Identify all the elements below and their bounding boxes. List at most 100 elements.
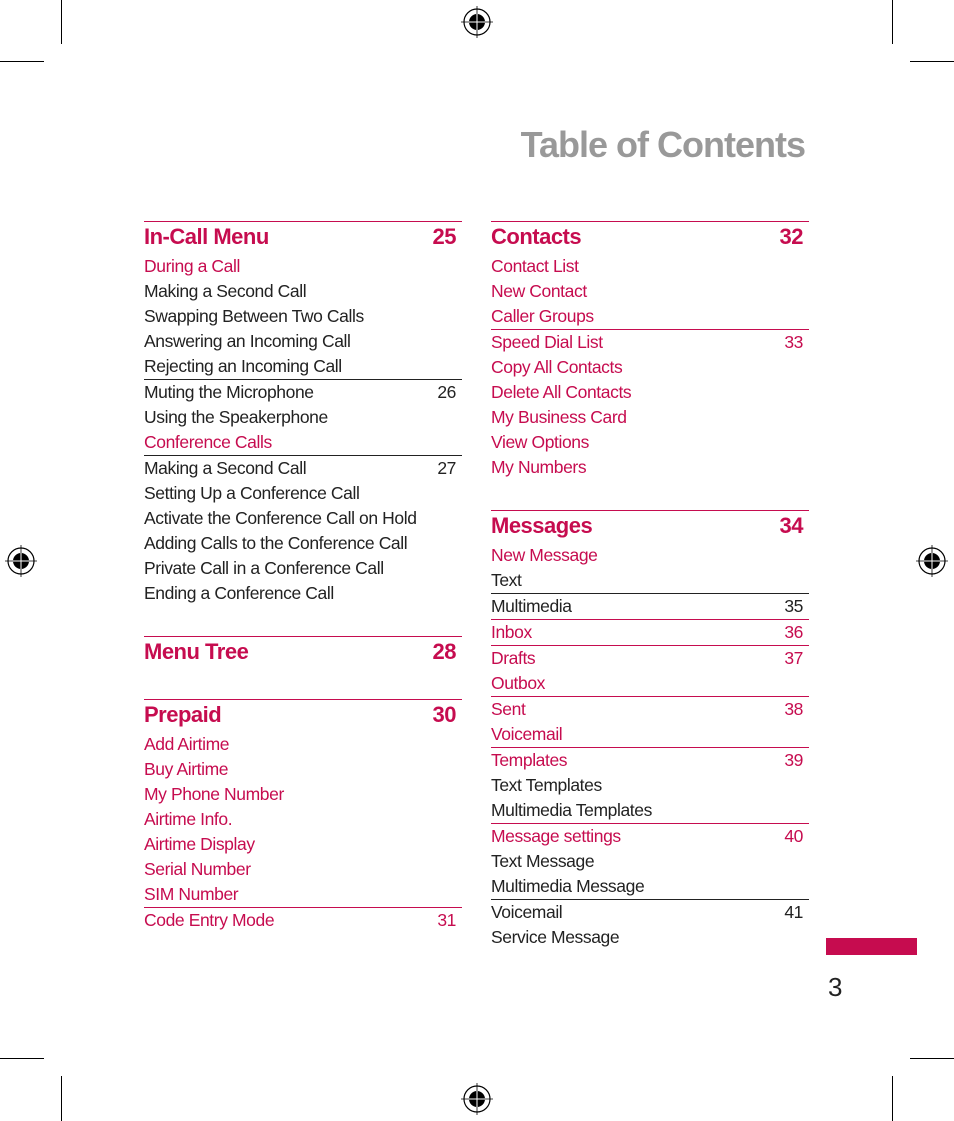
toc-entry[interactable]: Answering an Incoming Call (144, 329, 462, 354)
toc-section: In-Call Menu 25 During a Call Making a Seco… (144, 221, 462, 606)
toc-entry[interactable]: Airtime Display (144, 832, 462, 857)
toc-entry[interactable]: Inbox 36 (491, 619, 809, 645)
toc-entry[interactable]: My Business Card (491, 405, 809, 430)
toc-entry[interactable]: Copy All Contacts (491, 355, 809, 380)
toc-entry[interactable]: Code Entry Mode 31 (144, 907, 462, 933)
toc-entry[interactable]: Multimedia Templates (491, 798, 809, 823)
toc-entry[interactable]: Rejecting an Incoming Call (144, 354, 462, 379)
toc-entry[interactable]: Making a Second Call (144, 279, 462, 304)
toc-entry[interactable]: My Numbers (491, 455, 809, 480)
entry-label: Rejecting an Incoming Call (144, 356, 342, 376)
toc-entry[interactable]: Add Airtime (144, 732, 462, 757)
entry-label: Contact List (491, 256, 579, 276)
entry-label: Text Message (491, 851, 595, 871)
toc-entry[interactable]: Sent 38 (491, 696, 809, 722)
toc-entry[interactable]: Contact List (491, 254, 809, 279)
section-heading[interactable]: Menu Tree 28 (144, 639, 462, 669)
crop-mark (910, 1058, 954, 1059)
crop-mark (0, 61, 44, 62)
entry-label: Answering an Incoming Call (144, 331, 351, 351)
entry-label: Inbox (491, 622, 532, 642)
toc-entry[interactable]: My Phone Number (144, 782, 462, 807)
registration-mark-icon (461, 1083, 493, 1115)
page-number: 3 (828, 972, 843, 1002)
entry-label: Airtime Display (144, 834, 255, 854)
section-title: Prepaid (144, 702, 222, 727)
entry-label: Outbox (491, 673, 546, 693)
toc-entry[interactable]: Voicemail (491, 722, 809, 747)
section-page-number: 28 (432, 639, 457, 664)
toc-entry[interactable]: Speed Dial List 33 (491, 329, 809, 355)
toc-entry[interactable]: Private Call in a Conference Call (144, 556, 462, 581)
entry-label: New Message (491, 545, 598, 565)
entry-label: Setting Up a Conference Call (144, 483, 360, 503)
section-page-number: 25 (432, 224, 457, 249)
toc-entry[interactable]: Buy Airtime (144, 757, 462, 782)
section-heading[interactable]: Prepaid 30 (144, 702, 462, 732)
toc-entry[interactable]: Text Templates (491, 773, 809, 798)
entry-page-number: 39 (784, 750, 803, 770)
toc-entry[interactable]: Delete All Contacts (491, 380, 809, 405)
section-heading[interactable]: Messages 34 (491, 513, 809, 543)
toc-entry[interactable]: Multimedia Message (491, 874, 809, 899)
toc-entry[interactable]: Drafts 37 (491, 645, 809, 671)
toc-section: Prepaid 30 Add Airtime Buy Airtime My Phone … (144, 699, 462, 933)
entry-page-number: 33 (784, 332, 803, 352)
toc-entry[interactable]: Text Message (491, 849, 809, 874)
entry-page-number: 40 (784, 826, 803, 846)
toc-entry[interactable]: Caller Groups (491, 304, 809, 329)
registration-mark-icon (916, 545, 948, 577)
page-title: Table of Contents (520, 124, 806, 165)
toc-entry[interactable]: Templates 39 (491, 747, 809, 773)
toc-entry[interactable]: Ending a Conference Call (144, 581, 462, 606)
toc-entry[interactable]: Multimedia 35 (491, 593, 809, 619)
toc-entry[interactable]: Serial Number (144, 857, 462, 882)
toc-entry[interactable]: Conference Calls (144, 430, 462, 455)
toc-entry[interactable]: Adding Calls to the Conference Call (144, 531, 462, 556)
section-heading[interactable]: Contacts 32 (491, 224, 809, 254)
toc-entry[interactable]: Muting the Microphone 26 (144, 379, 462, 405)
entry-label: During a Call (144, 256, 240, 276)
entry-label: Activate the Conference Call on Hold (144, 508, 417, 528)
toc-entry[interactable]: Making a Second Call 27 (144, 455, 462, 481)
toc-entry[interactable]: Voicemail 41 (491, 899, 809, 925)
entry-label: Copy All Contacts (491, 357, 623, 377)
section-title: Menu Tree (144, 639, 249, 664)
entry-label: Muting the Microphone (144, 382, 314, 402)
entry-label: Delete All Contacts (491, 382, 632, 402)
crop-mark (61, 0, 62, 44)
entry-page-number: 31 (437, 910, 456, 930)
entry-label: Buy Airtime (144, 759, 229, 779)
entry-label: My Phone Number (144, 784, 284, 804)
toc-entry[interactable]: Airtime Info. (144, 807, 462, 832)
entry-label: Multimedia Message (491, 876, 645, 896)
entry-label: Drafts (491, 648, 536, 668)
entry-label: SIM Number (144, 884, 239, 904)
toc-entry[interactable]: Using the Speakerphone (144, 405, 462, 430)
toc-entry[interactable]: Activate the Conference Call on Hold (144, 506, 462, 531)
entry-label: Serial Number (144, 859, 251, 879)
toc-entry[interactable]: Swapping Between Two Calls (144, 304, 462, 329)
crop-mark (61, 1076, 62, 1121)
toc-entry[interactable]: New Contact (491, 279, 809, 304)
entry-label: Swapping Between Two Calls (144, 306, 364, 326)
section-title: Contacts (491, 224, 582, 249)
entry-label: Templates (491, 750, 568, 770)
toc-entry[interactable]: New Message (491, 543, 809, 568)
toc-entry[interactable]: Service Message (491, 925, 809, 950)
entry-label: Multimedia (491, 596, 572, 616)
toc-entry[interactable]: Message settings 40 (491, 823, 809, 849)
entry-label: Voicemail (491, 902, 563, 922)
registration-mark-icon (5, 545, 37, 577)
toc-entry[interactable]: During a Call (144, 254, 462, 279)
toc-entry[interactable]: SIM Number (144, 882, 462, 907)
entry-page-number: 27 (437, 458, 456, 478)
toc-entry[interactable]: Text (491, 568, 809, 593)
toc-entry[interactable]: Setting Up a Conference Call (144, 481, 462, 506)
entry-label: Sent (491, 699, 526, 719)
toc-entry[interactable]: Outbox (491, 671, 809, 696)
entry-page-number: 35 (784, 596, 803, 616)
section-page-number: 32 (779, 224, 804, 249)
section-heading[interactable]: In-Call Menu 25 (144, 224, 462, 254)
toc-entry[interactable]: View Options (491, 430, 809, 455)
